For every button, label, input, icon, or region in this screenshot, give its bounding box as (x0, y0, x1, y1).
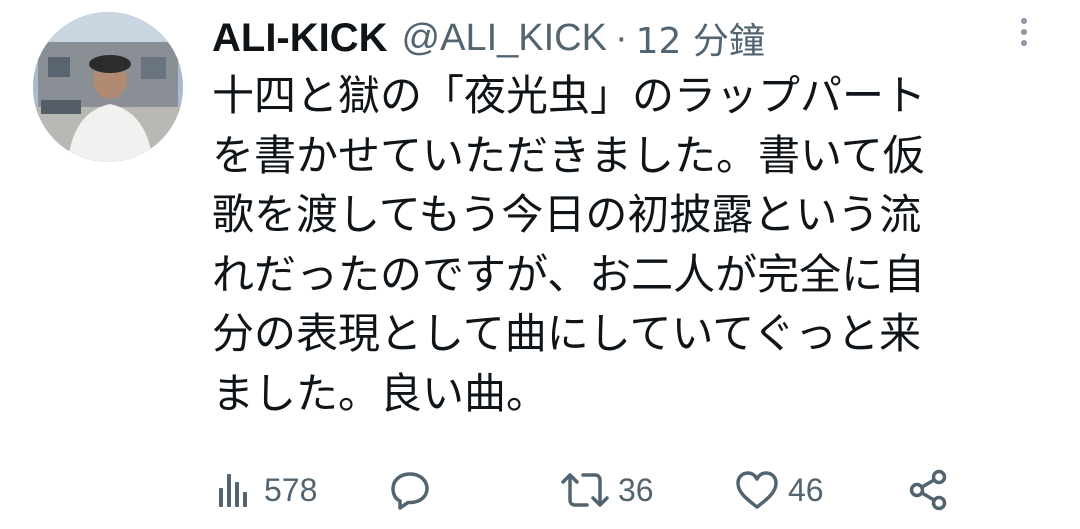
display-name[interactable]: ALI-KICK (212, 16, 388, 61)
tweet-line: 十四と獄の「夜光虫」のラップパート (212, 71, 927, 120)
reply-icon (391, 472, 429, 510)
share-icon (909, 469, 947, 511)
like-button[interactable]: 46 (734, 466, 824, 514)
more-dot (1021, 18, 1027, 24)
tweet-text: 十四と獄の「夜光虫」のラップパート を書かせていただきました。書いて仮 歌を渡し… (212, 66, 1012, 423)
share-button[interactable] (906, 466, 950, 514)
timestamp[interactable]: 12 分鐘 (636, 12, 765, 64)
views-count: 578 (264, 471, 318, 508)
action-bar: 578 36 46 (212, 466, 972, 514)
retweet-button[interactable]: 36 (560, 466, 654, 514)
tweet-line: れだったのですが、お二人が完全に自 (212, 249, 926, 299)
separator-dot: · (614, 16, 628, 59)
reply-button[interactable] (388, 466, 432, 514)
more-dot (1021, 40, 1027, 46)
tweet-line: 分の表現として曲にしていてぐっと来 (212, 309, 921, 358)
retweet-icon (561, 473, 609, 507)
views-icon (219, 474, 247, 507)
tweet-header: ALI-KICK @ALI_KICK · 12 分鐘 (212, 12, 765, 64)
tweet-line: 歌を渡してもう今日の初披露という流 (212, 190, 922, 239)
avatar[interactable] (33, 12, 183, 162)
like-icon (736, 471, 778, 509)
user-handle[interactable]: @ALI_KICK (402, 17, 607, 60)
profile-photo (33, 12, 183, 162)
more-vertical-icon[interactable] (1008, 12, 1040, 52)
like-count: 46 (788, 471, 824, 508)
more-dot (1021, 29, 1027, 35)
tweet-line: を書かせていただきました。書いて仮 (212, 130, 925, 180)
tweet-line: ました。良い曲。 (212, 368, 549, 418)
retweet-count: 36 (618, 471, 654, 508)
views-button[interactable]: 578 (216, 466, 317, 514)
